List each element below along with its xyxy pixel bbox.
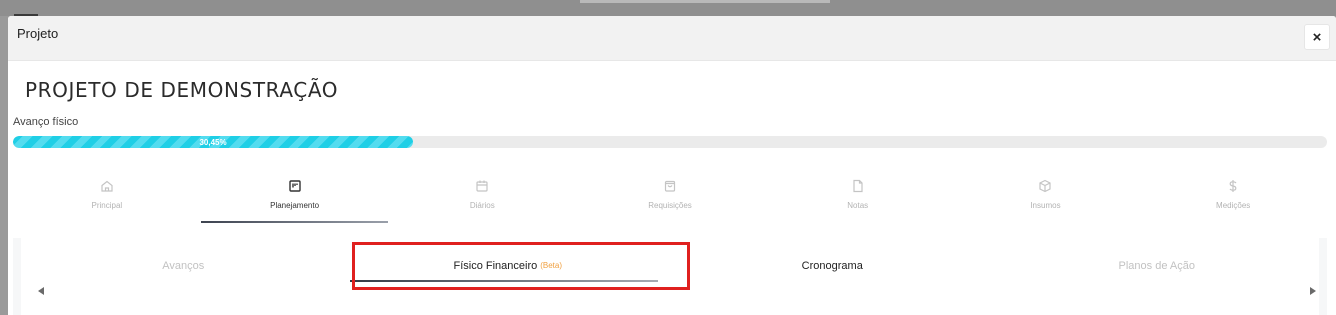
tab-label: Planejamento [270, 201, 320, 210]
subtab-fisico-financeiro[interactable]: Físico Financeiro (Beta) [346, 238, 671, 293]
subtab-label: Cronograma [801, 259, 863, 272]
modal-header: Projeto × [8, 16, 1336, 61]
dollar-icon [1229, 180, 1237, 192]
tab-notas[interactable]: Notas [764, 174, 952, 222]
subtab-planos-de-acao[interactable]: Planos de Ação [995, 238, 1320, 293]
subtab-label: Físico Financeiro [453, 259, 538, 272]
tab-insumos[interactable]: Insumos [952, 174, 1140, 222]
shopping-bag-icon [664, 180, 676, 192]
tab-label: Medições [1216, 201, 1251, 210]
progress-fill: 30,45% [13, 136, 414, 148]
tab-planejamento[interactable]: Planejamento [200, 174, 389, 223]
home-icon [101, 180, 113, 192]
file-icon [853, 179, 863, 193]
tab-label: Diários [469, 201, 495, 210]
project-title: PROJETO DE DEMONSTRAÇÃO [25, 78, 339, 102]
tab-requisicoes[interactable]: Requisições [576, 174, 764, 222]
tab-label: Principal [91, 201, 123, 210]
calendar-icon [476, 180, 488, 192]
tab-label: Requisições [648, 201, 692, 210]
scroll-right-arrow-icon[interactable] [1310, 287, 1316, 295]
sub-tabs: Avanços Físico Financeiro (Beta) Cronogr… [21, 238, 1319, 293]
tab-medicoes[interactable]: Medições [1139, 174, 1327, 222]
modal-title: Projeto [17, 26, 59, 41]
scroll-left-arrow-icon[interactable] [38, 287, 44, 295]
tab-principal[interactable]: Principal [13, 174, 201, 222]
beta-badge: (Beta) [540, 261, 563, 270]
tab-label: Insumos [1030, 201, 1061, 210]
progress-bar: 30,45% [13, 136, 1327, 148]
main-tabs: Principal Planejamento Diários Requisiçõ… [13, 174, 1327, 223]
tab-diarios[interactable]: Diários [388, 174, 576, 222]
project-modal: Projeto × PROJETO DE DEMONSTRAÇÃO Avanço… [8, 16, 1336, 315]
sub-tabs-card: Avanços Físico Financeiro (Beta) Cronogr… [21, 238, 1319, 315]
subtab-label: Planos de Ação [1118, 259, 1195, 272]
kanban-icon [288, 180, 301, 192]
subtab-label: Avanços [162, 259, 205, 272]
sub-panel: Avanços Físico Financeiro (Beta) Cronogr… [13, 238, 1327, 315]
active-subtab-indicator [349, 280, 658, 282]
subtab-cronograma[interactable]: Cronograma [670, 238, 995, 293]
subtab-avancos[interactable]: Avanços [21, 238, 346, 293]
box-icon [1039, 179, 1052, 193]
progress-text: 30,45% [199, 137, 227, 147]
active-tab-indicator [200, 221, 389, 223]
tab-label: Notas [847, 201, 869, 210]
progress-label: Avanço físico [13, 116, 79, 128]
close-button[interactable]: × [1304, 24, 1330, 50]
backdrop-bar [580, 0, 830, 3]
